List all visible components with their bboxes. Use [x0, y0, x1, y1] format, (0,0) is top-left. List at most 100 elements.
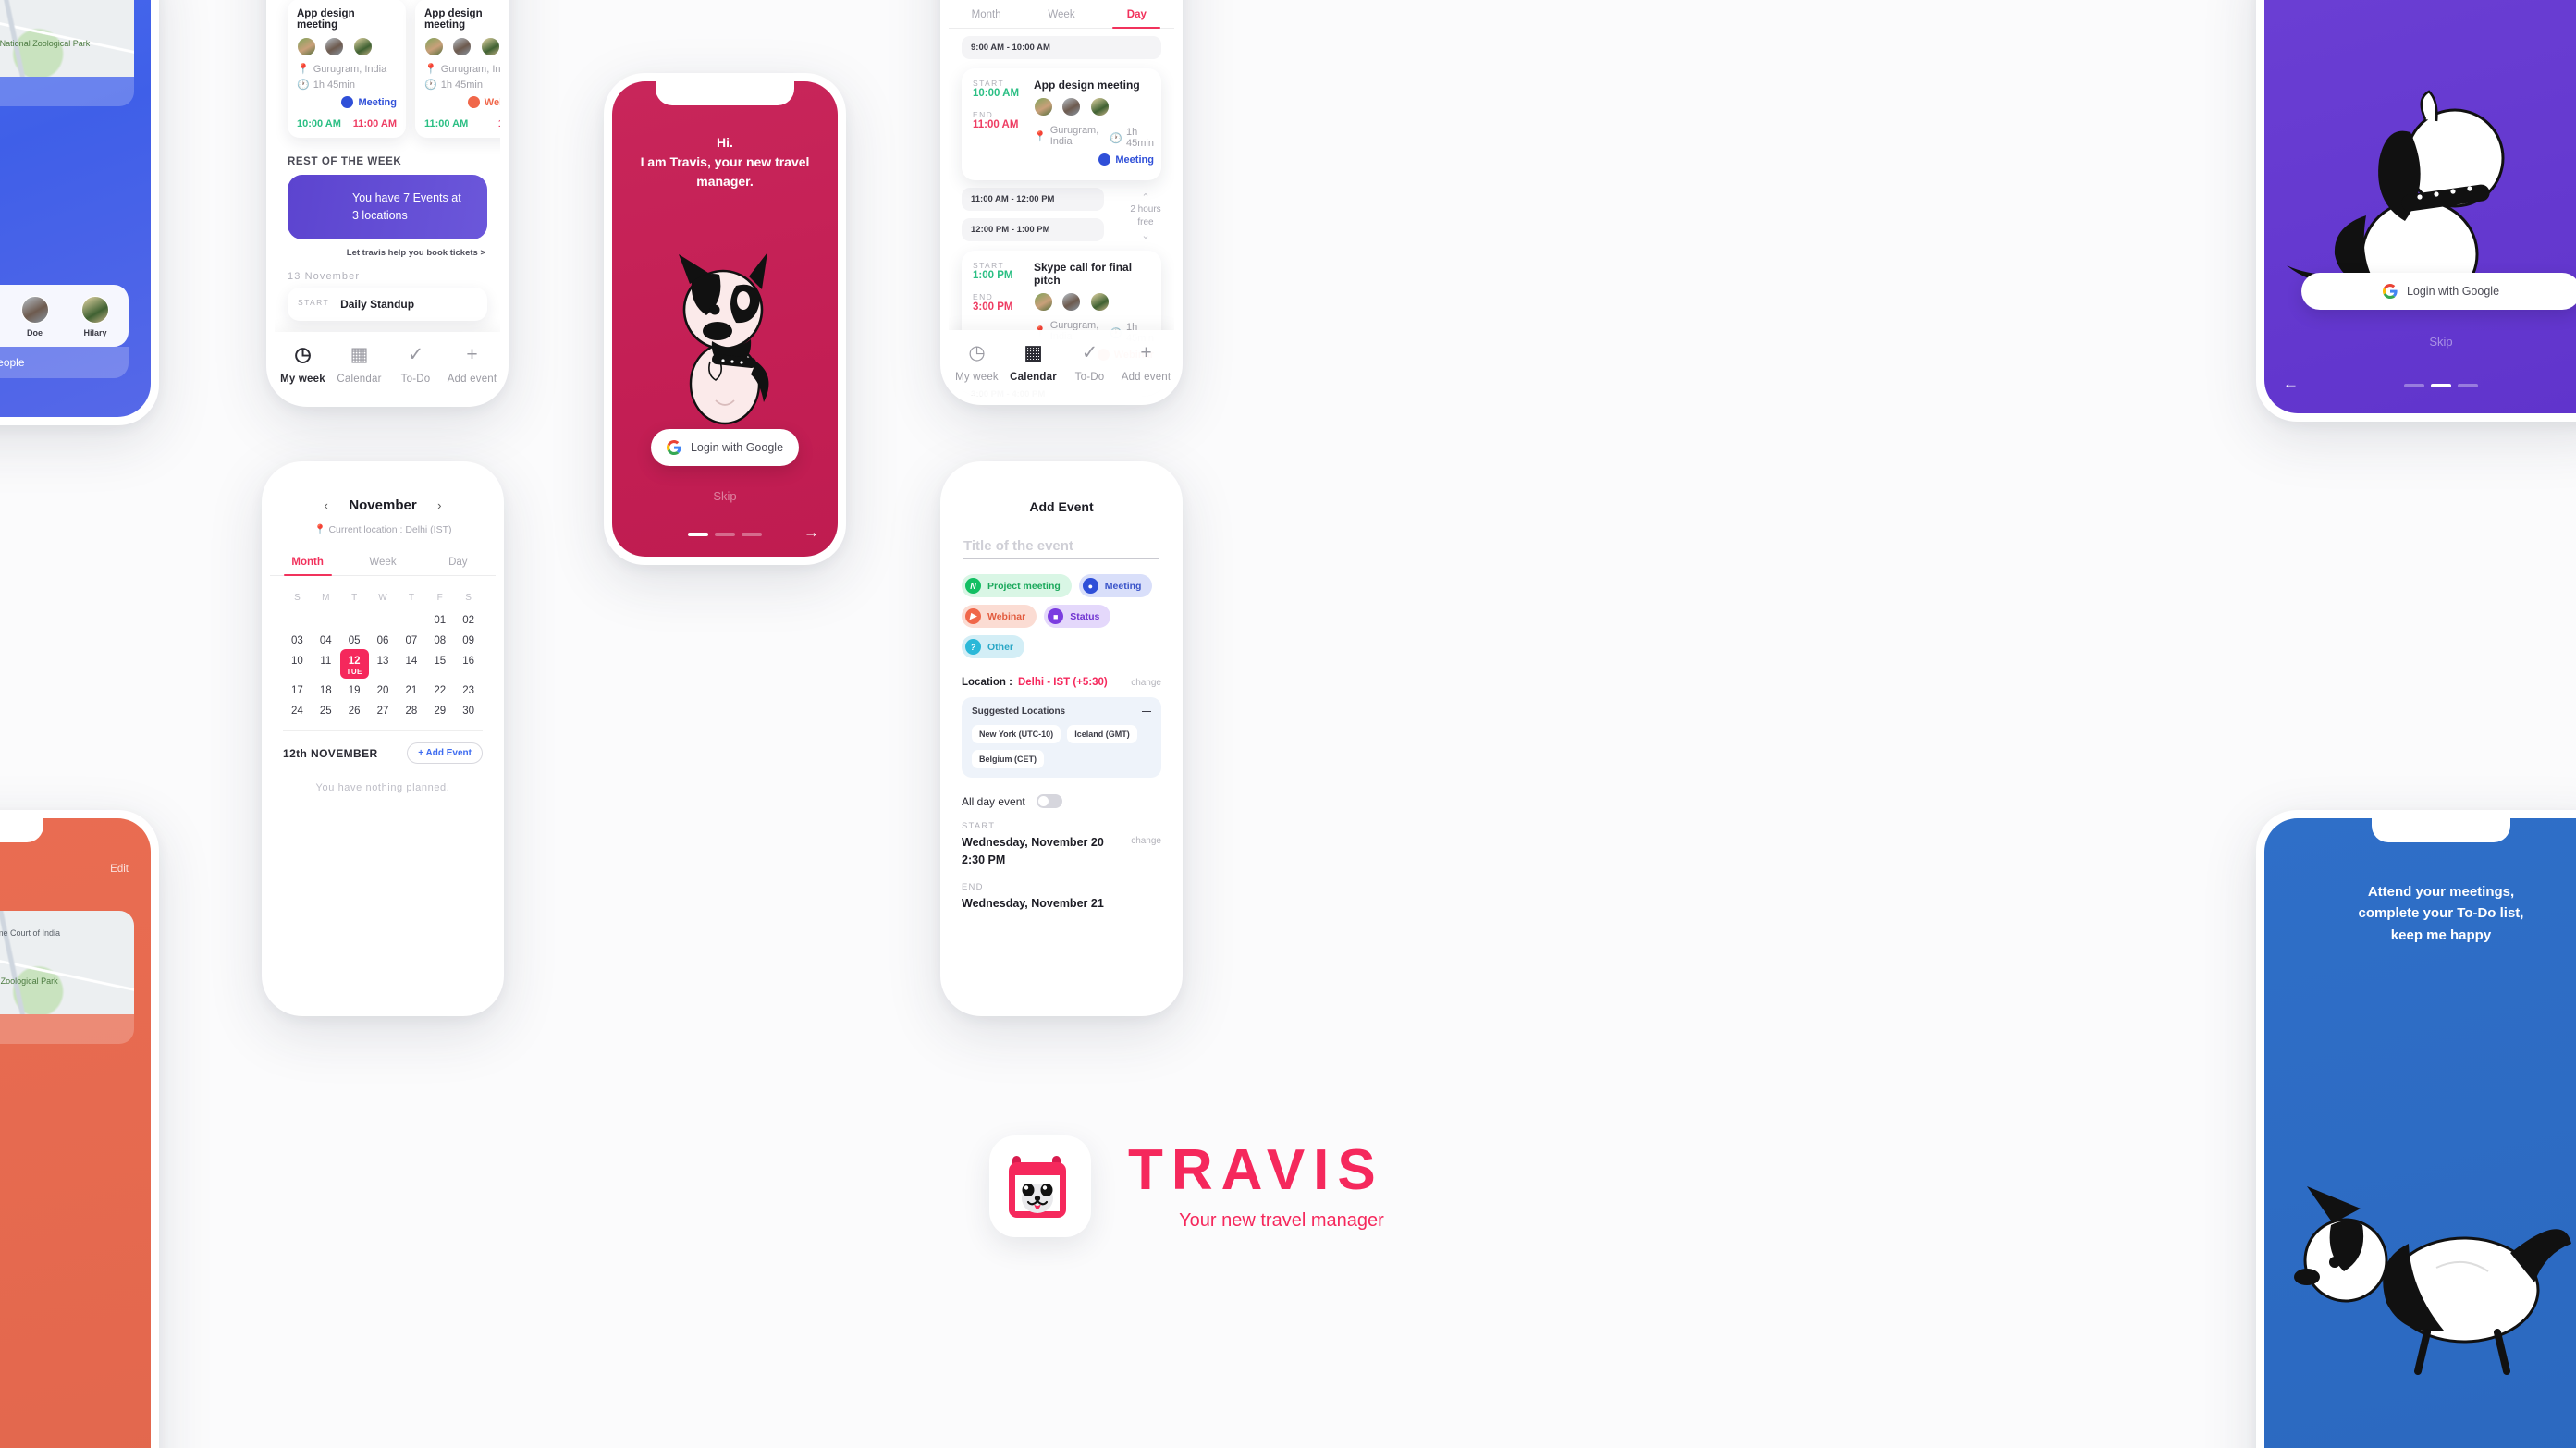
- chevron-up-icon[interactable]: ⌃: [1117, 191, 1174, 203]
- day-cell[interactable]: 23: [454, 679, 483, 699]
- day-cell[interactable]: 14: [397, 649, 425, 679]
- chip-webinar[interactable]: ▶ Webinar: [962, 605, 1037, 628]
- chip-meeting[interactable]: ● Meeting: [1078, 574, 1153, 597]
- day-cell[interactable]: 17: [283, 679, 312, 699]
- day-cell-selected[interactable]: 12 TUE: [339, 649, 369, 679]
- day-cell[interactable]: 24: [283, 699, 312, 719]
- map-card[interactable]: New Delhi नई दिल्ली Supreme Court of Ind…: [0, 0, 134, 106]
- pager-dot[interactable]: [688, 533, 708, 536]
- pager-dot[interactable]: [715, 533, 735, 536]
- chevron-down-icon[interactable]: ⌄: [1117, 229, 1174, 241]
- day-cell[interactable]: 29: [425, 699, 454, 719]
- pager-dot[interactable]: [2404, 384, 2424, 387]
- day-cell[interactable]: 25: [312, 699, 340, 719]
- minus-icon[interactable]: —: [1142, 706, 1151, 717]
- day-cell[interactable]: 13: [369, 649, 398, 679]
- suggested-location-pill[interactable]: New York (UTC-10): [972, 725, 1061, 743]
- pager-dot[interactable]: [2431, 384, 2451, 387]
- nav-item-my-week[interactable]: ◷ My week: [949, 343, 1005, 383]
- list-item[interactable]: Hilary: [71, 296, 119, 337]
- nav-item-my-week[interactable]: ◷ My week: [275, 345, 331, 385]
- tab-day[interactable]: Day: [1099, 1, 1174, 29]
- login-with-google-button[interactable]: Login with Google: [651, 429, 799, 466]
- edit-button[interactable]: Edit: [110, 864, 129, 875]
- day-cell[interactable]: [369, 608, 398, 629]
- day-cell[interactable]: 07: [397, 629, 425, 649]
- list-item[interactable]: Doe: [11, 296, 59, 337]
- time-slot[interactable]: 12:00 PM - 1:00 PM: [962, 218, 1104, 241]
- nav-item-calendar[interactable]: ▦ Calendar: [1005, 343, 1061, 383]
- next-arrow-icon[interactable]: →: [803, 523, 819, 542]
- book-tickets-link[interactable]: Let travis help you book tickets >: [289, 248, 485, 258]
- check-icon: ✓: [1081, 342, 1098, 363]
- day-cell[interactable]: 06: [369, 629, 398, 649]
- day-cell[interactable]: 22: [425, 679, 454, 699]
- day-cell[interactable]: 01: [425, 608, 454, 629]
- chip-label: Meeting: [1104, 580, 1142, 592]
- add-event-button[interactable]: + Add Event: [407, 742, 483, 764]
- prev-month-button[interactable]: ‹: [325, 498, 328, 512]
- day-cell[interactable]: [312, 608, 340, 629]
- pager-dot[interactable]: [2458, 384, 2478, 387]
- pager-dot[interactable]: [742, 533, 762, 536]
- map-card[interactable]: New Delhi नई दिल्ली Supreme Court of Ind…: [0, 911, 134, 1044]
- day-cell[interactable]: [283, 608, 312, 629]
- tab-month[interactable]: Month: [270, 548, 345, 576]
- day-cell[interactable]: 11: [312, 649, 340, 679]
- day-cell[interactable]: 08: [425, 629, 454, 649]
- nav-item-todo[interactable]: ✓ To-Do: [1061, 342, 1118, 383]
- event-location: 📍 Gurugram, India: [1034, 123, 1098, 149]
- back-arrow-icon[interactable]: ←: [2283, 374, 2299, 393]
- day-cell[interactable]: 20: [369, 679, 398, 699]
- skip-button[interactable]: Skip: [612, 489, 838, 503]
- day-cell[interactable]: [340, 608, 369, 629]
- nav-item-add-event[interactable]: + Add event: [1118, 343, 1174, 383]
- day-cell[interactable]: 30: [454, 699, 483, 719]
- day-cell[interactable]: 18: [312, 679, 340, 699]
- event-card[interactable]: START 10:00 AM END 11:00 AM App design m…: [962, 68, 1161, 180]
- time-slot[interactable]: 9:00 AM - 10:00 AM: [962, 36, 1161, 59]
- day-cell[interactable]: 04: [312, 629, 340, 649]
- event-title-input[interactable]: Title of the event: [963, 538, 1159, 559]
- duration-label: 1 hour 45 minutes: [0, 1157, 129, 1176]
- day-cell[interactable]: 09: [454, 629, 483, 649]
- skip-button[interactable]: Skip: [2264, 335, 2576, 349]
- event-card[interactable]: App design meeting 📍 Gurugram, India 🕐 1…: [288, 0, 406, 138]
- tab-month[interactable]: Month: [949, 1, 1024, 28]
- day-cell[interactable]: 02: [454, 608, 483, 629]
- day-cell[interactable]: 26: [340, 699, 369, 719]
- day-cell[interactable]: 27: [369, 699, 398, 719]
- day-cell[interactable]: 15: [425, 649, 454, 679]
- day-cell[interactable]: 21: [397, 679, 425, 699]
- suggested-location-pill[interactable]: Belgium (CET): [972, 750, 1044, 768]
- day-cell[interactable]: 28: [397, 699, 425, 719]
- invite-more-button[interactable]: + Invite more people: [0, 347, 129, 378]
- nav-item-calendar[interactable]: ▦ Calendar: [331, 345, 387, 385]
- nav-item-todo[interactable]: ✓ To-Do: [387, 345, 444, 385]
- chip-project-meeting[interactable]: N Project meeting: [962, 574, 1072, 597]
- screen-calendar: ‹ November › 📍 Current location : Delhi …: [270, 470, 496, 1008]
- time-slot[interactable]: 11:00 AM - 12:00 PM: [962, 188, 1104, 211]
- day-cell[interactable]: 19: [340, 679, 369, 699]
- week-summary-card[interactable]: You have 7 Events at 3 locations: [288, 175, 487, 239]
- event-card[interactable]: START Daily Standup: [288, 287, 487, 321]
- tab-week[interactable]: Week: [1024, 1, 1098, 28]
- day-cell[interactable]: 05: [340, 629, 369, 649]
- day-cell[interactable]: 03: [283, 629, 312, 649]
- nav-item-add-event[interactable]: + Add event: [444, 345, 500, 385]
- day-cell[interactable]: 16: [454, 649, 483, 679]
- day-cell[interactable]: 10: [283, 649, 312, 679]
- location-change-button[interactable]: change: [1131, 678, 1161, 688]
- event-title: Skype call for final pitch: [1034, 261, 1133, 287]
- tab-day[interactable]: Day: [421, 548, 496, 575]
- chip-status[interactable]: ■ Status: [1044, 605, 1111, 628]
- day-cell[interactable]: [397, 608, 425, 629]
- tab-week[interactable]: Week: [345, 548, 420, 575]
- login-with-google-button[interactable]: Login with Google: [2301, 273, 2576, 310]
- event-card[interactable]: App design meeting 📍 Gurugram, India 🕐 1…: [415, 0, 500, 138]
- next-month-button[interactable]: ›: [437, 498, 441, 512]
- start-change-button[interactable]: change: [1131, 836, 1161, 846]
- chip-other[interactable]: ? Other: [962, 635, 1025, 658]
- suggested-location-pill[interactable]: Iceland (GMT): [1067, 725, 1137, 743]
- all-day-toggle[interactable]: [1036, 794, 1062, 808]
